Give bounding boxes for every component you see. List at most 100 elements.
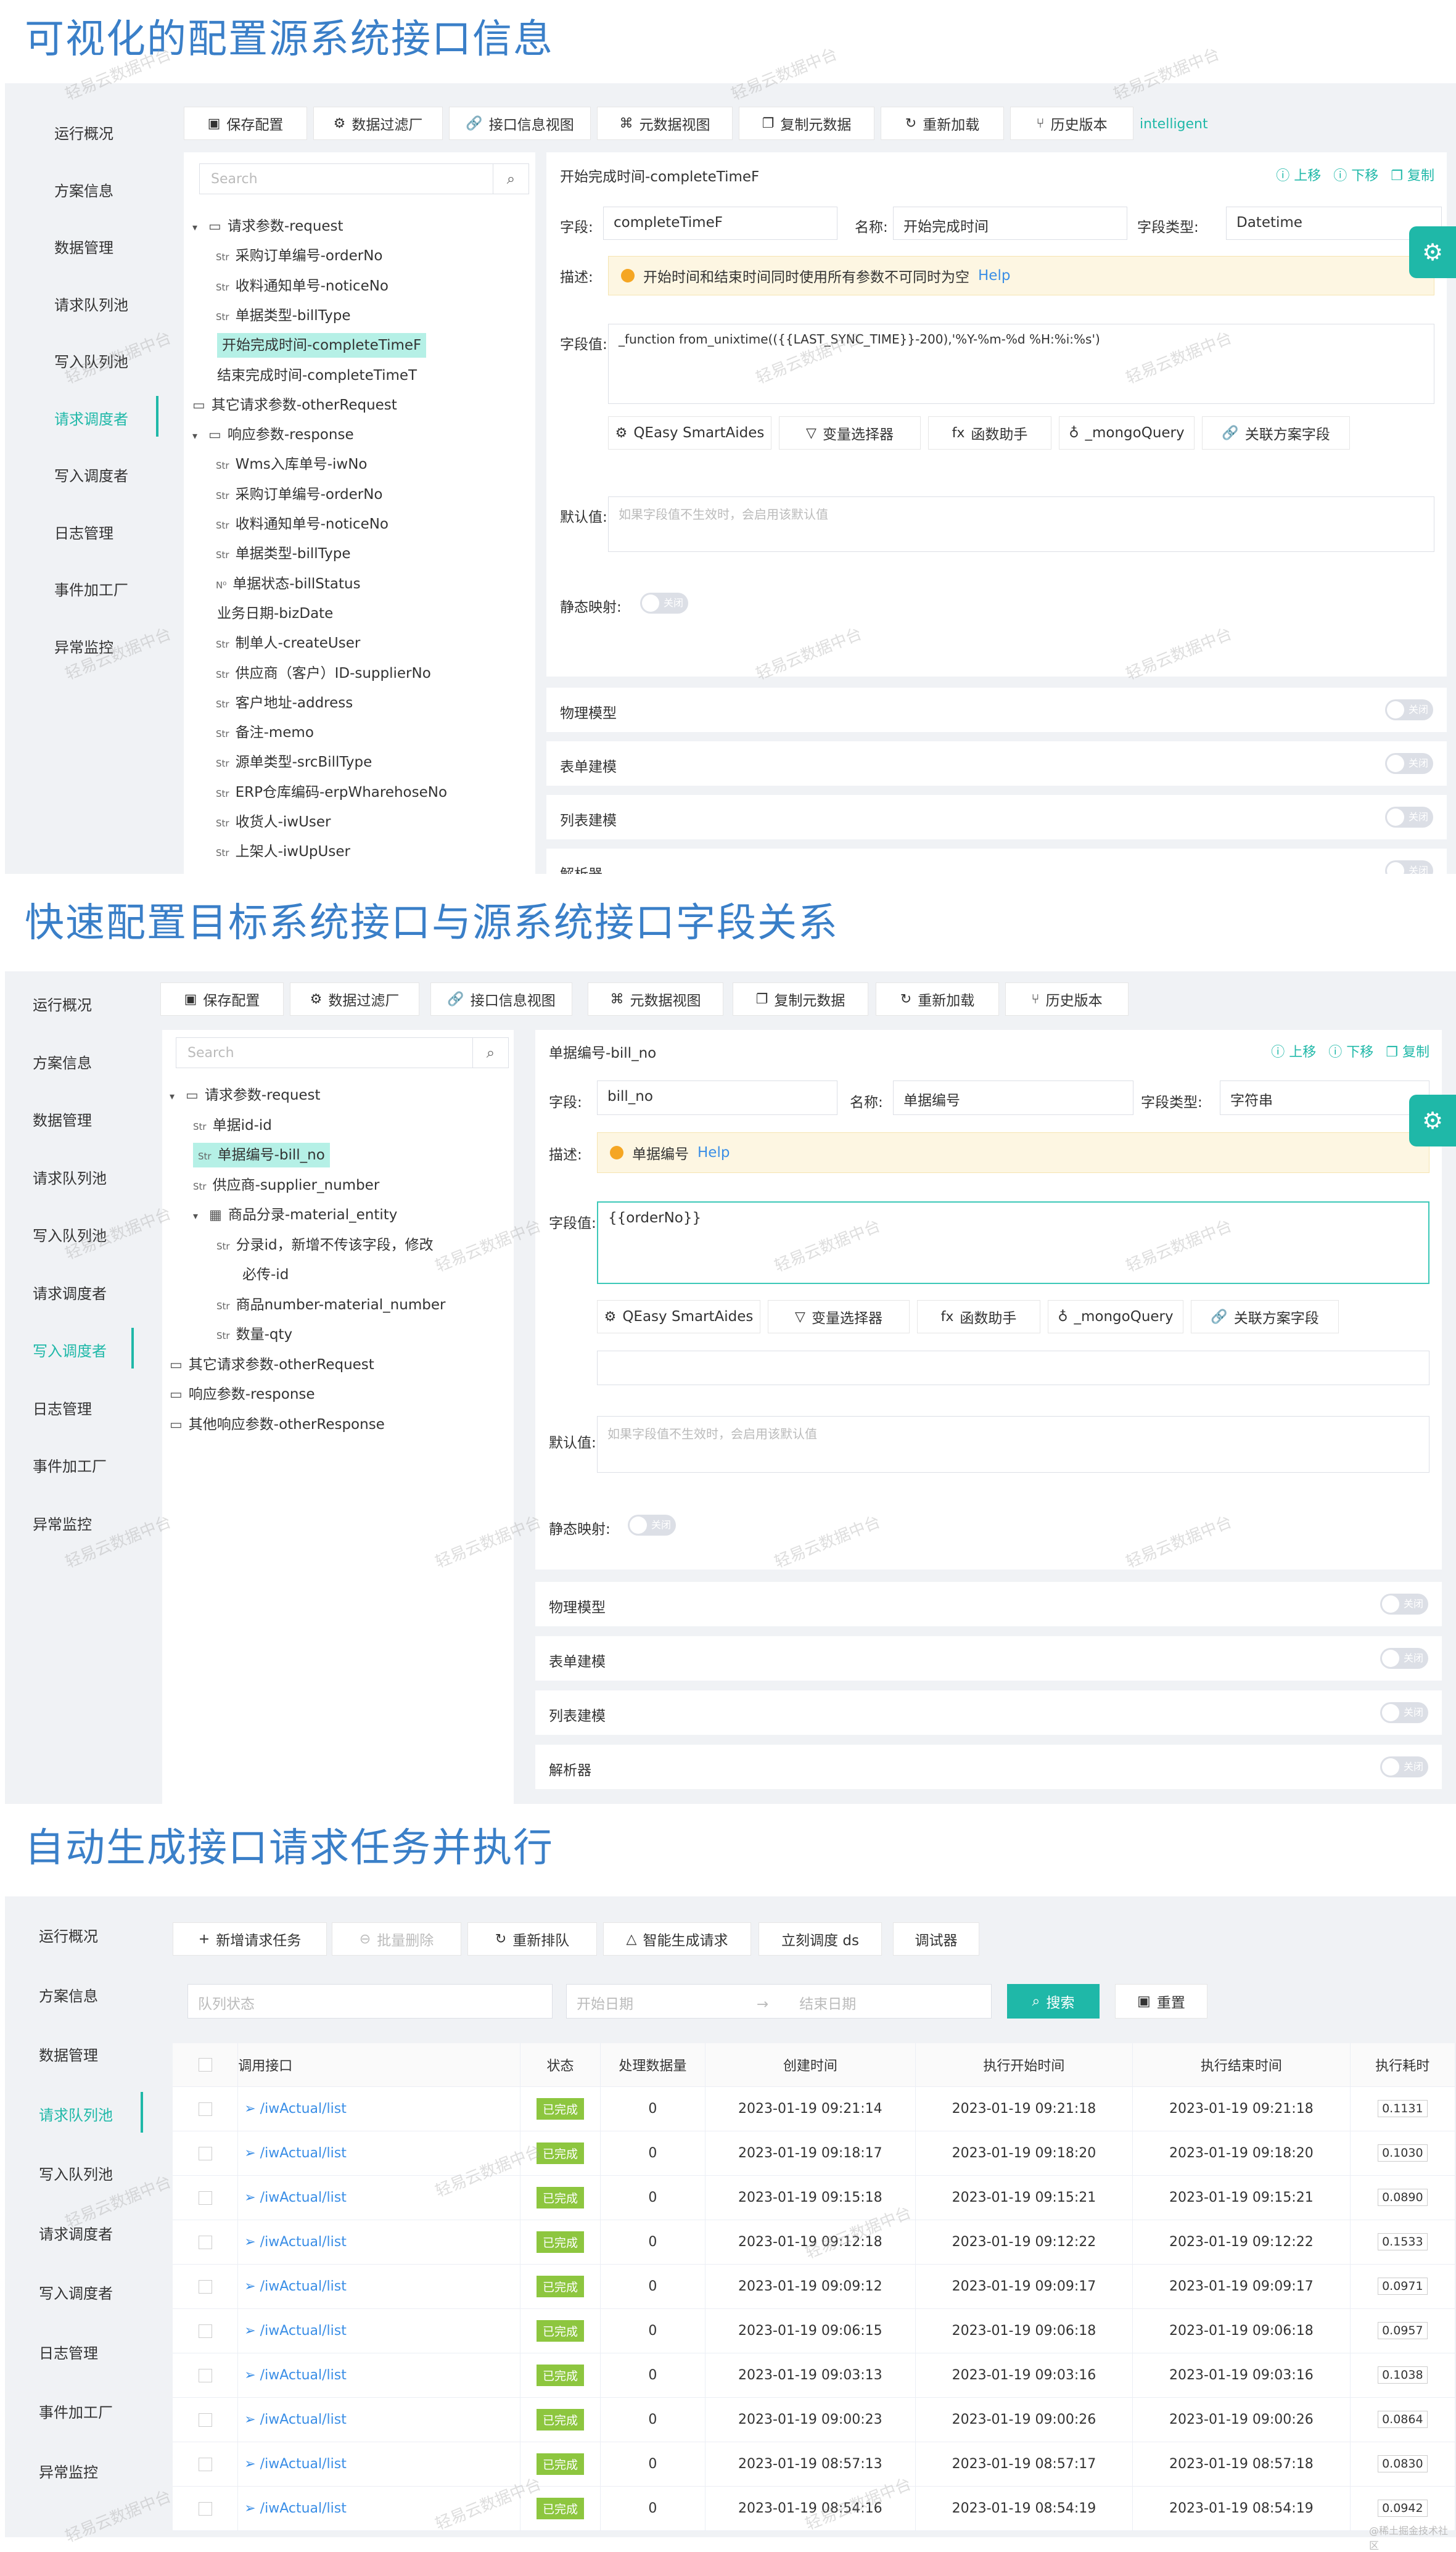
static-map-toggle[interactable]: 关闭 [628, 1515, 676, 1536]
row-checkbox[interactable] [173, 2086, 239, 2131]
row-checkbox[interactable] [173, 2131, 239, 2176]
tree-node[interactable]: Str 收货人-iwUser [216, 810, 331, 834]
requeue-button[interactable]: ↻ 重新排队 [467, 1922, 597, 1956]
name-input[interactable]: 开始完成时间 [893, 207, 1127, 240]
tree-node[interactable]: ▾ ▦ 商品分录-material_entity [193, 1203, 397, 1227]
sidebar-item[interactable]: 请求调度者 [54, 407, 128, 429]
table-row[interactable]: ➢ /iwActual/list 已完成 0 2023-01-19 09:21:14 2… [173, 2086, 1456, 2131]
sidebar-item[interactable]: 异常监控 [54, 635, 113, 657]
queue-status-select[interactable]: 队列状态 [187, 1984, 553, 2019]
save-config-button[interactable]: ▣ 保存配置 [160, 982, 284, 1016]
api-link[interactable]: /iwActual/list [260, 2368, 347, 2383]
value-textarea[interactable]: _function from_unixtime(({{LAST_SYNC_TIM… [608, 324, 1434, 404]
tool-button[interactable]: fx 函数助手 [917, 1300, 1040, 1333]
api-info-view-button[interactable]: 🔗 接口信息视图 [430, 982, 572, 1016]
default-input[interactable]: 如果字段值不生效时，会启用该默认值 [608, 496, 1434, 552]
sidebar-item[interactable]: 方案信息 [33, 1051, 92, 1072]
tool-button[interactable]: ♁ _mongoQuery [1059, 416, 1195, 450]
tree-node[interactable]: 必传-id [242, 1262, 289, 1287]
reload-button[interactable]: ↻ 重新加载 [876, 982, 999, 1016]
chevron-down-icon[interactable]: ▾ [192, 430, 197, 442]
api-link[interactable]: /iwActual/list [260, 2190, 347, 2205]
add-request-task-button[interactable]: + 新增请求任务 [173, 1922, 327, 1956]
api-link[interactable]: /iwActual/list [260, 2146, 347, 2161]
copy-button[interactable]: ❐ 复制 [1391, 165, 1434, 184]
section-parser[interactable]: 解析器关闭 [535, 1745, 1442, 1789]
reset-button[interactable]: ▣ 重置 [1115, 1984, 1207, 2019]
section-form-model[interactable]: 表单建模 关闭 [535, 1636, 1442, 1681]
sidebar-item[interactable]: 运行概况 [54, 121, 113, 143]
sidebar-item[interactable]: 事件加工厂 [39, 2400, 113, 2422]
field-input[interactable]: bill_no [597, 1080, 837, 1115]
date-range-picker[interactable]: 开始日期 → 结束日期 [566, 1984, 992, 2019]
history-version-button[interactable]: ⑂ 历史版本 [1010, 107, 1133, 140]
metadata-view-button[interactable]: ⌘ 元数据视图 [588, 982, 723, 1016]
search-button[interactable]: ⌕ 搜索 [1007, 1984, 1100, 2019]
tree-node[interactable]: Str 数量-qty [216, 1322, 292, 1347]
move-down-button[interactable]: ⓘ 下移 [1333, 165, 1378, 184]
sidebar-item[interactable]: 日志管理 [39, 2341, 98, 2363]
table-row[interactable]: ➢ /iwActual/list 已完成 0 2023-01-19 09:03:13 2… [173, 2353, 1456, 2398]
tree-node[interactable]: Str 单据id-id [193, 1113, 272, 1138]
tool-button[interactable]: ▽ 变量选择器 [768, 1300, 910, 1333]
tree-node[interactable]: N⁰ 单据状态-billStatus [216, 572, 361, 596]
move-down-button[interactable]: ⓘ 下移 [1328, 1041, 1373, 1061]
tree-node[interactable]: 开始完成时间-completeTimeF [217, 333, 427, 358]
tree-node[interactable]: Str 上架人-iwUpUser [216, 839, 350, 864]
tree-node[interactable]: ▾ ▭ 响应参数-response [192, 422, 354, 447]
chevron-down-icon[interactable]: ▾ [192, 221, 197, 233]
sidebar-item[interactable]: 请求调度者 [39, 2222, 113, 2244]
row-checkbox[interactable] [173, 2264, 239, 2309]
sidebar-item[interactable]: 写入队列池 [54, 350, 128, 371]
api-link[interactable]: /iwActual/list [260, 2412, 347, 2427]
table-row[interactable]: ➢ /iwActual/list 已完成 0 2023-01-19 09:00:23 2… [173, 2397, 1456, 2442]
sidebar-item[interactable]: 方案信息 [39, 1984, 98, 2006]
api-info-view-button[interactable]: 🔗 接口信息视图 [449, 107, 591, 140]
row-checkbox[interactable] [173, 2220, 239, 2265]
section-list-model[interactable]: 列表建模 关闭 [546, 795, 1447, 839]
sidebar-item[interactable]: 异常监控 [33, 1512, 92, 1534]
chevron-down-icon[interactable]: ▾ [170, 1090, 175, 1102]
settings-gear-icon[interactable]: ⚙ [1409, 1095, 1456, 1146]
static-map-toggle[interactable]: 关闭 [640, 593, 688, 614]
sidebar-item[interactable]: 写入队列池 [39, 2162, 113, 2184]
tree-node[interactable]: Str 采购订单编号-orderNo [216, 244, 382, 268]
tool-button[interactable]: ⚙ QEasy SmartAides [597, 1300, 760, 1333]
tree-node[interactable]: Str 分录id，新增不传该字段，修改 [216, 1233, 434, 1257]
reload-button[interactable]: ↻ 重新加载 [881, 107, 1004, 140]
table-row[interactable]: ➢ /iwActual/list 已完成 0 2023-01-19 09:09:12 2… [173, 2264, 1456, 2309]
tool-button[interactable]: fx 函数助手 [928, 416, 1051, 450]
tree-node[interactable]: Str 单据类型-billType [216, 541, 350, 566]
sidebar-item[interactable]: 运行概况 [33, 993, 92, 1015]
search-icon[interactable]: ⌕ [472, 1038, 508, 1068]
section-list-model[interactable]: 列表建模 关闭 [535, 1690, 1442, 1735]
sidebar-item[interactable]: 写入调度者 [33, 1339, 107, 1360]
sidebar-item[interactable]: 请求队列池 [54, 293, 128, 315]
sidebar-item[interactable]: 请求队列池 [39, 2103, 113, 2125]
sidebar-item[interactable]: 写入调度者 [54, 464, 128, 485]
history-version-button[interactable]: ⑂ 历史版本 [1005, 982, 1129, 1016]
data-filter-button[interactable]: ⚙ 数据过滤厂 [313, 107, 443, 140]
row-checkbox[interactable] [173, 2308, 239, 2353]
schedule-now-button[interactable]: 立刻调度 ds [759, 1922, 882, 1956]
debugger-button[interactable]: 调试器 [893, 1922, 979, 1956]
sidebar-item[interactable]: 方案信息 [54, 179, 113, 200]
tree-node[interactable]: Str 制单人-createUser [216, 631, 360, 656]
tree-node[interactable]: Str 供应商（客户）ID-supplierNo [216, 661, 431, 686]
section-physical-model[interactable]: 物理模型 关闭 [546, 688, 1447, 732]
sidebar-item[interactable]: 运行概况 [39, 1924, 98, 1946]
table-row[interactable]: ➢ /iwActual/list 已完成 0 2023-01-19 09:12:18 2… [173, 2220, 1456, 2265]
help-link[interactable]: Help [978, 268, 1010, 284]
name-input[interactable]: 单据编号 [893, 1080, 1133, 1115]
default-input[interactable]: 如果字段值不生效时，会启用该默认值 [597, 1416, 1429, 1473]
sidebar-item[interactable]: 日志管理 [54, 521, 113, 543]
api-link[interactable]: /iwActual/list [260, 2456, 347, 2472]
tree-node[interactable]: Str 采购订单编号-orderNo [216, 482, 382, 507]
section-parser[interactable]: 解析器关闭 [546, 849, 1447, 874]
sidebar-item[interactable]: 数据管理 [54, 236, 113, 257]
tree-node[interactable]: ▭ 响应参数-response [170, 1382, 315, 1407]
help-link[interactable]: Help [697, 1145, 730, 1161]
table-row[interactable]: ➢ /iwActual/list 已完成 0 2023-01-19 09:18:17 2… [173, 2131, 1456, 2176]
tool-button[interactable]: ⚙ QEasy SmartAides [608, 416, 771, 450]
value-textarea[interactable]: {{orderNo}} [597, 1201, 1429, 1284]
